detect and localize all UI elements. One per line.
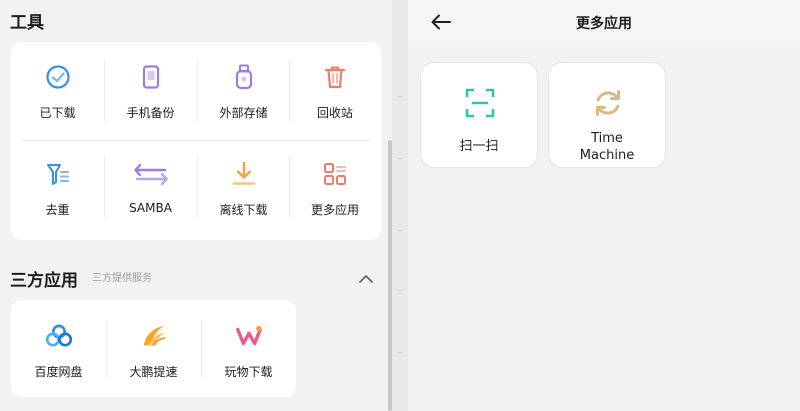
time-machine-icon — [593, 88, 623, 118]
transfer-arrows-icon — [132, 160, 170, 188]
dapeng-speedup-icon — [140, 322, 168, 350]
more-apps-icon — [321, 160, 349, 188]
wanwu-download-icon — [235, 322, 263, 350]
app-card-scan[interactable]: 扫一扫 — [420, 62, 538, 168]
tool-label: 手机备份 — [126, 106, 175, 120]
chevron-up-icon[interactable] — [358, 270, 374, 283]
tool-phone-backup[interactable]: 手机备份 — [104, 63, 197, 121]
top-bar: 更多应用 — [408, 0, 800, 44]
tools-card: 已下载 手机备份 外部存储 回收站 去重 SAMBA 离线下载 更多应用 — [11, 42, 381, 240]
app-label: 扫一扫 — [459, 139, 499, 154]
usb-storage-icon — [230, 63, 258, 91]
downloaded-icon — [44, 63, 72, 91]
tools-panel: 工具 已下载 手机备份 外部存储 回收站 去重 SAMBA 离线下载 更多应用 … — [0, 0, 392, 411]
app-label-line1: Time — [591, 131, 623, 146]
tool-trash[interactable]: 回收站 — [289, 63, 381, 121]
phone-backup-icon — [137, 63, 165, 91]
tool-label: 更多应用 — [310, 203, 359, 217]
tool-label: 外部存储 — [219, 106, 268, 120]
tool-offline-download[interactable]: 离线下载 — [197, 160, 290, 218]
tool-more-apps[interactable]: 更多应用 — [289, 160, 381, 218]
tool-label: SAMBA — [129, 201, 172, 215]
dedupe-icon — [44, 160, 72, 188]
baidu-netdisk-icon — [45, 322, 73, 350]
app-label: 大鹏提速 — [129, 365, 178, 379]
tool-label: 回收站 — [316, 106, 353, 120]
tool-label: 离线下载 — [219, 203, 268, 217]
third-party-subtitle: 三方提供服务 — [92, 273, 152, 284]
panel-divider — [392, 0, 408, 411]
tool-label: 已下载 — [39, 106, 76, 120]
third-party-card: 百度网盘 大鹏提速 玩物下载 — [11, 300, 296, 397]
tools-section-title: 工具 — [10, 13, 44, 33]
tool-downloaded[interactable]: 已下载 — [11, 63, 104, 121]
third-party-section-title: 三方应用 — [10, 271, 78, 291]
app-label: 百度网盘 — [34, 365, 83, 379]
tool-dedupe[interactable]: 去重 — [11, 160, 104, 218]
scan-icon — [465, 88, 495, 118]
trash-icon — [321, 63, 349, 91]
app-baidu-netdisk[interactable]: 百度网盘 — [11, 322, 106, 380]
page-title: 更多应用 — [576, 16, 632, 32]
app-card-time-machine[interactable]: Time Machine — [548, 62, 666, 168]
more-apps-panel: 更多应用 扫一扫 Time Machine — [408, 0, 800, 411]
app-dapeng-speedup[interactable]: 大鹏提速 — [106, 322, 201, 380]
app-label: 玩物下载 — [224, 365, 273, 379]
tool-samba[interactable]: SAMBA — [104, 160, 197, 215]
app-label-line2: Machine — [579, 148, 635, 163]
app-wanwu-download[interactable]: 玩物下载 — [201, 322, 296, 380]
offline-download-icon — [230, 160, 258, 188]
tool-external-storage[interactable]: 外部存储 — [197, 63, 290, 121]
tool-label: 去重 — [45, 203, 70, 217]
